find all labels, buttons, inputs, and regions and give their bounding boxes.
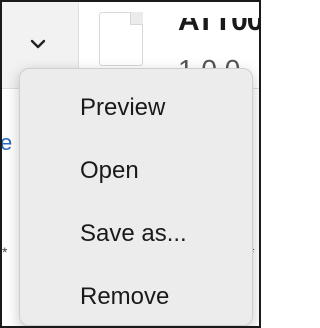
menu-item-save-as[interactable]: Save as... (80, 220, 187, 248)
chevron-down-icon (30, 39, 46, 49)
screenshot-frame: ATT00 1 0 0 e * * Preview Open Save as..… (0, 0, 261, 328)
menu-item-preview[interactable]: Preview (80, 94, 165, 122)
menu-item-open[interactable]: Open (80, 157, 139, 185)
file-icon[interactable] (99, 12, 143, 66)
background-marker-left: * (2, 244, 8, 260)
menu-item-remove[interactable]: Remove (80, 283, 169, 311)
context-menu: Preview Open Save as... Remove (19, 68, 253, 326)
background-link[interactable]: e (2, 130, 12, 156)
attachment-name[interactable]: ATT00 (178, 18, 259, 38)
